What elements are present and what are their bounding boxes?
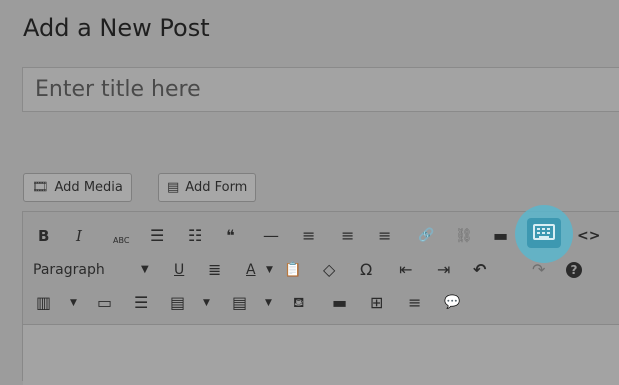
list-group-icon[interactable]: ▤: [170, 293, 185, 313]
panel-icon[interactable]: ▤: [232, 293, 247, 313]
label-icon[interactable]: ▬: [332, 293, 347, 313]
tab-icon[interactable]: ▭: [97, 293, 112, 313]
code-icon[interactable]: <>: [577, 226, 600, 246]
help-icon[interactable]: ?: [566, 262, 582, 278]
bold-icon[interactable]: B: [38, 226, 49, 246]
toolbar-toggle-icon: [533, 224, 555, 240]
tooltip-icon[interactable]: ⛾: [293, 293, 304, 313]
indent-icon[interactable]: ⇥: [437, 260, 450, 280]
insert-link-icon[interactable]: 🔗: [418, 226, 434, 246]
text-color-icon[interactable]: A: [246, 260, 256, 280]
justify-icon[interactable]: ≣: [208, 260, 221, 280]
form-icon: ▤: [167, 180, 180, 195]
align-center-icon[interactable]: ≡: [341, 226, 354, 246]
numbered-list-icon[interactable]: ☷: [188, 226, 202, 246]
accordion-icon[interactable]: ☰: [134, 293, 148, 313]
clear-formatting-icon[interactable]: ◇: [323, 260, 335, 280]
special-character-icon[interactable]: Ω: [360, 260, 372, 280]
horizontal-line-icon[interactable]: —: [263, 226, 279, 246]
list-group-dropdown-icon[interactable]: ▼: [203, 293, 210, 313]
outdent-icon[interactable]: ⇤: [399, 260, 412, 280]
redo-icon[interactable]: ↷: [532, 260, 545, 280]
align-left-icon[interactable]: ≡: [302, 226, 315, 246]
table-icon[interactable]: ▥: [36, 293, 51, 313]
strikethrough-icon[interactable]: ABC: [113, 231, 129, 251]
panel-dropdown-icon[interactable]: ▼: [265, 293, 272, 313]
text-color-dropdown-icon[interactable]: ▼: [266, 260, 273, 280]
bulleted-list-icon[interactable]: ☰: [150, 226, 164, 246]
speech-bubble-icon[interactable]: 💬: [444, 293, 460, 313]
add-media-button[interactable]: 🎞 Add Media: [23, 173, 132, 202]
format-select-value: Paragraph: [33, 262, 105, 278]
media-icon: 🎞: [32, 180, 49, 195]
add-element-icon[interactable]: ⊞: [370, 293, 383, 313]
editor-content-area[interactable]: [23, 325, 619, 385]
paragraph-icon[interactable]: ≡: [408, 293, 421, 313]
remove-link-icon[interactable]: ⛓: [455, 226, 473, 246]
paragraph-format-select[interactable]: Paragraph ▼: [33, 258, 153, 282]
underline-icon[interactable]: U: [174, 260, 184, 280]
align-right-icon[interactable]: ≡: [378, 226, 391, 246]
read-more-icon[interactable]: ▬: [493, 226, 508, 246]
blockquote-icon[interactable]: ❝: [226, 226, 235, 246]
table-dropdown-icon[interactable]: ▼: [70, 293, 77, 313]
post-title-input[interactable]: Enter title here: [22, 67, 619, 112]
page-title: Add a New Post: [23, 14, 210, 42]
add-media-label: Add Media: [54, 180, 123, 195]
add-form-button[interactable]: ▤ Add Form: [158, 173, 257, 202]
paste-as-text-icon[interactable]: 📋: [284, 260, 301, 280]
italic-icon[interactable]: I: [76, 226, 82, 246]
add-form-label: Add Form: [185, 180, 248, 195]
chevron-down-icon: ▼: [141, 264, 149, 275]
undo-icon[interactable]: ↶: [473, 260, 486, 280]
